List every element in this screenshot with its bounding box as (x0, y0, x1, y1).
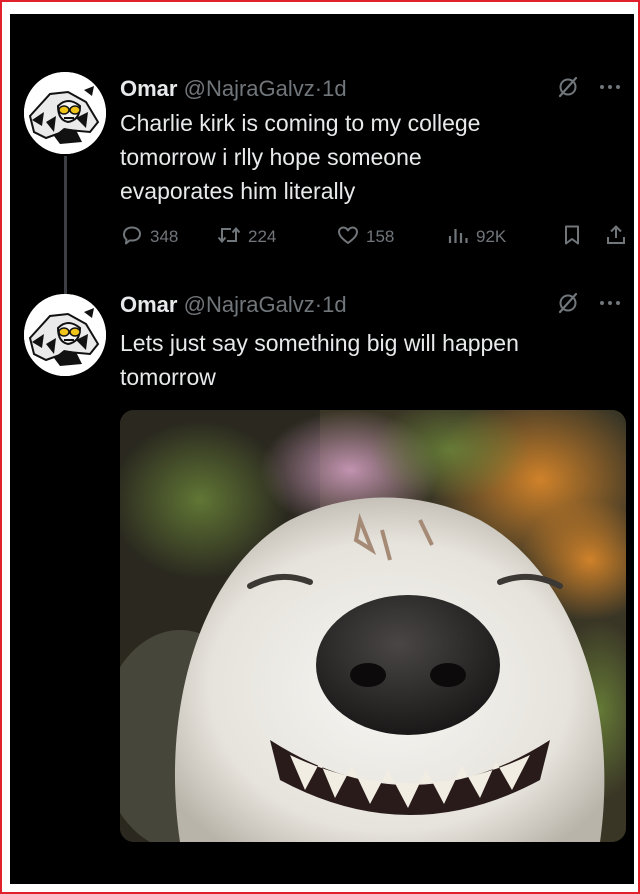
reply-button[interactable]: 348 (120, 222, 178, 252)
tweet-header-icons (556, 72, 622, 106)
retweet-button[interactable]: 224 (216, 222, 276, 252)
retweet-icon (216, 223, 242, 252)
tweet-text-line: tomorrow i rlly hope someone (120, 144, 422, 170)
tweet-media-image[interactable] (120, 410, 626, 842)
retweet-count: 224 (248, 227, 277, 246)
avatar[interactable] (24, 294, 106, 376)
tweet-text: Lets just say something big will happen … (120, 326, 620, 394)
views-count: 92K (476, 227, 507, 246)
display-name[interactable]: Omar (120, 292, 177, 317)
tweet-text-line: tomorrow (120, 364, 216, 390)
tweet-text-line: Charlie kirk is coming to my college (120, 110, 481, 136)
separator-dot: · (314, 76, 323, 101)
bookmark-button[interactable] (560, 222, 584, 252)
more-icon[interactable] (598, 291, 622, 320)
like-button[interactable]: 158 (336, 222, 394, 252)
heart-icon (336, 223, 360, 252)
reply-count: 348 (150, 227, 179, 246)
timeline: Omar @NajraGalvz·1d Charlie kirk is comi… (10, 14, 634, 884)
share-button[interactable] (604, 222, 628, 252)
grok-icon[interactable] (556, 75, 580, 104)
tweet-actions: 348 224 158 92K (120, 222, 628, 252)
like-count: 158 (366, 227, 395, 246)
tweet-header-icons (556, 288, 622, 322)
share-icon (604, 223, 628, 252)
timestamp[interactable]: 1d (322, 292, 346, 317)
tweet-text-line: evaporates him literally (120, 178, 356, 204)
separator-dot: · (314, 292, 323, 317)
tweet-text: Charlie kirk is coming to my college tom… (120, 106, 600, 208)
views-icon (446, 223, 470, 252)
bookmark-icon (560, 223, 584, 252)
timestamp[interactable]: 1d (322, 76, 346, 101)
grok-icon[interactable] (556, 291, 580, 320)
thread-connector-line (64, 156, 67, 298)
views-button[interactable]: 92K (446, 222, 506, 252)
more-icon[interactable] (598, 75, 622, 104)
user-handle[interactable]: @NajraGalvz (184, 76, 315, 101)
tweet-header: Omar @NajraGalvz·1d (120, 72, 620, 106)
avatar[interactable] (24, 72, 106, 154)
tweet-header: Omar @NajraGalvz·1d (120, 288, 620, 322)
display-name[interactable]: Omar (120, 76, 177, 101)
tweet-text-line: Lets just say something big will happen (120, 330, 519, 356)
user-handle[interactable]: @NajraGalvz (184, 292, 315, 317)
comment-icon (120, 223, 144, 252)
